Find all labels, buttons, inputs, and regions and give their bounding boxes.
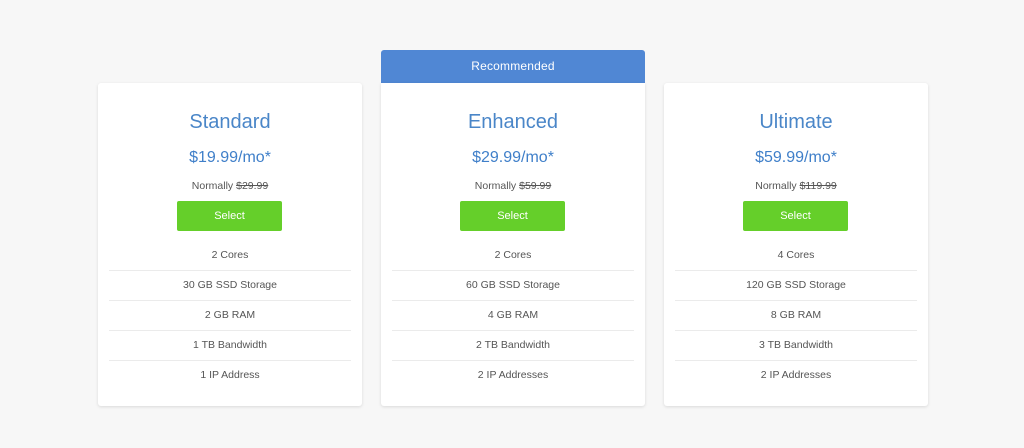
feature-item: 30 GB SSD Storage [109,271,351,301]
normal-price-label: Normally [755,180,797,192]
normal-price: Normally $119.99 [664,180,928,192]
normal-price-value: $29.99 [236,180,269,192]
select-enhanced-button[interactable]: Select [460,201,565,231]
plan-name: Ultimate [759,111,833,133]
feature-item: 2 IP Addresses [760,369,832,381]
plan-price: $59.99/mo* [755,149,837,166]
normal-price: Normally $59.99 [381,180,645,192]
feature-item: 60 GB SSD Storage [392,271,634,301]
plan-card-standard: Standard $19.99/mo* Normally $29.99 Sele… [98,83,362,406]
select-standard-button[interactable]: Select [177,201,282,231]
plan-card-ultimate: Ultimate $59.99/mo* Normally $119.99 Sel… [664,83,928,406]
feature-item: 120 GB SSD Storage [675,271,917,301]
plan-price: $29.99/mo* [472,149,554,166]
feature-item: 2 GB RAM [109,301,351,331]
normal-price-label: Normally [191,180,234,192]
feature-list: 2 Cores 60 GB SSD Storage 4 GB RAM 2 TB … [392,241,634,390]
feature-item: 1 TB Bandwidth [109,331,351,361]
feature-item: 8 GB RAM [675,301,917,331]
normal-price: Normally $29.99 [98,180,362,192]
select-ultimate-button[interactable]: Select [743,201,848,231]
feature-list: 4 Cores 120 GB SSD Storage 8 GB RAM 3 TB… [675,241,917,390]
feature-item: 4 Cores [675,241,917,271]
feature-item: 1 IP Address [200,369,260,381]
plan-name: Standard [189,111,271,133]
feature-item: 2 Cores [392,241,634,271]
feature-item: 2 Cores [109,241,351,271]
plan-card-enhanced: Enhanced $29.99/mo* Normally $59.99 Sele… [381,83,645,406]
plan-name: Enhanced [467,111,559,133]
feature-list: 2 Cores 30 GB SSD Storage 2 GB RAM 1 TB … [109,241,351,390]
normal-price-label: Normally [474,180,517,192]
recommended-banner: Recommended [381,50,645,83]
feature-item: 3 TB Bandwidth [675,331,917,361]
feature-item: 2 TB Bandwidth [392,331,634,361]
feature-item: 2 IP Addresses [477,369,549,381]
plan-price: $19.99/mo* [189,149,271,166]
normal-price-value: $119.99 [799,180,837,192]
feature-item: 4 GB RAM [392,301,634,331]
normal-price-value: $59.99 [519,180,552,192]
